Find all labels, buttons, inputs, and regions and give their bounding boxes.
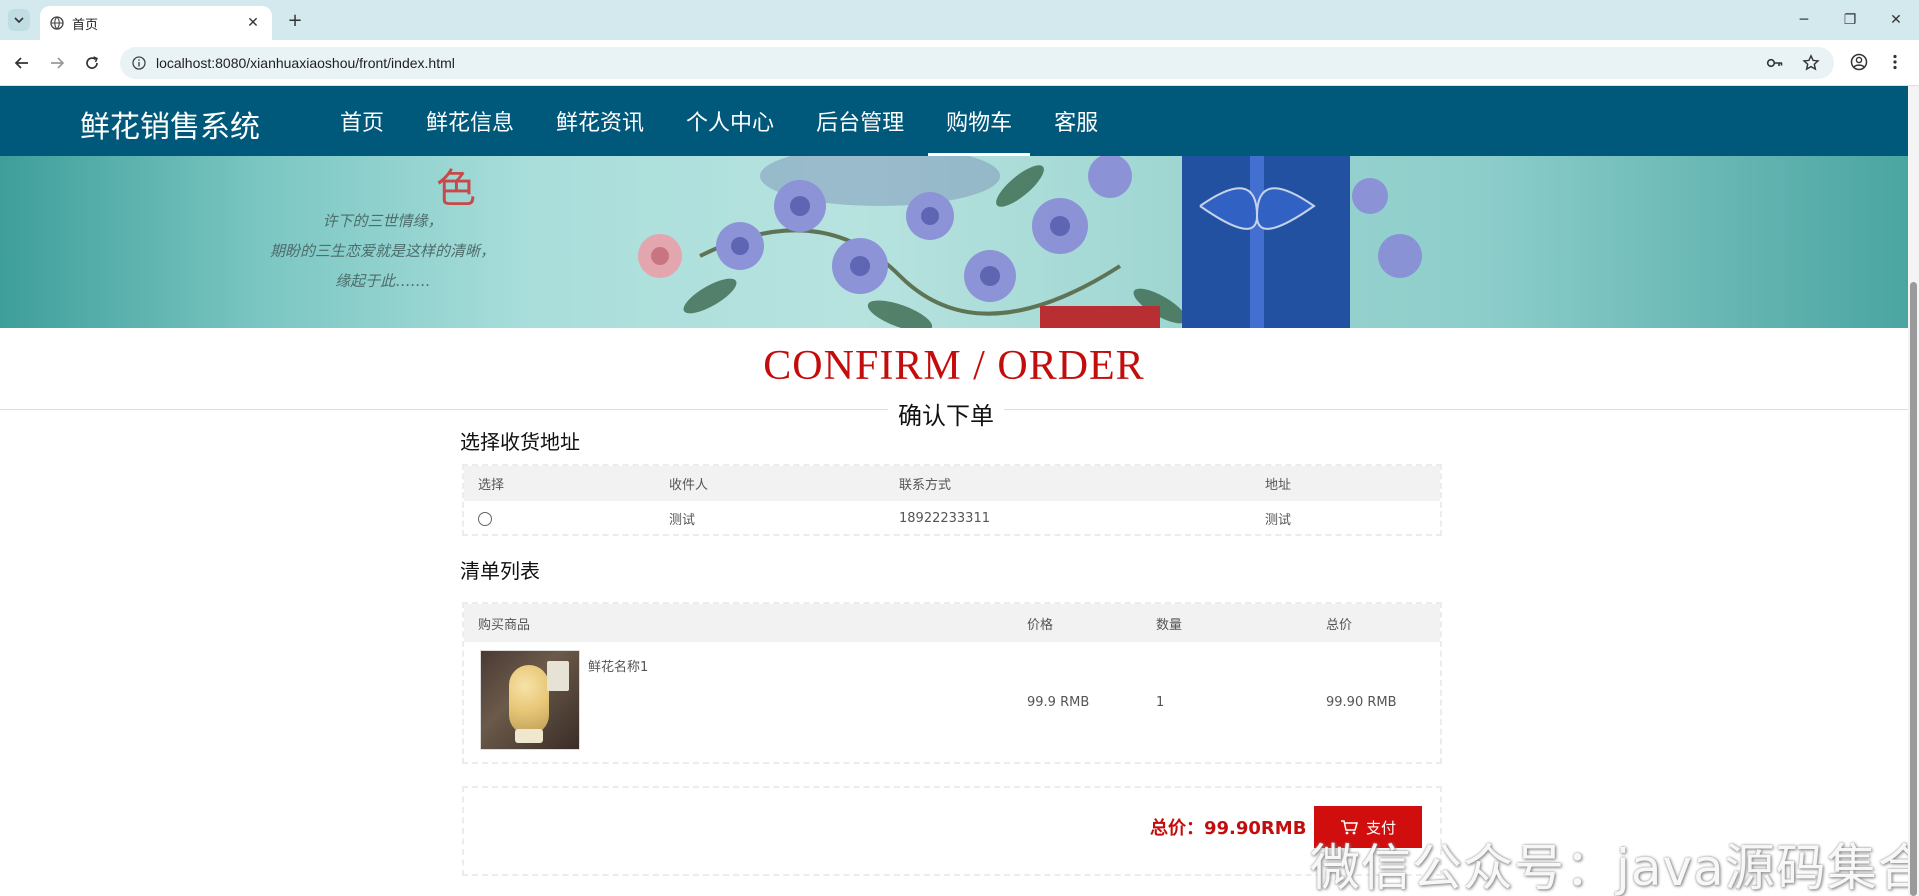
reload-button[interactable] — [80, 51, 104, 75]
recipient-cell: 测试 — [669, 513, 696, 528]
browser-tab-active[interactable]: 首页 ✕ — [40, 6, 272, 40]
back-button[interactable] — [10, 51, 34, 75]
items-table-header: 购买商品 价格 数量 总价 — [464, 604, 1440, 642]
page-heading-en: CONFIRM / ORDER — [763, 343, 1145, 389]
url-text[interactable]: localhost:8080/xianhuaxiaoshou/front/ind… — [156, 55, 455, 71]
column-header: 地址 — [1265, 478, 1292, 493]
page-heading-cn: 确认下单 — [888, 396, 1004, 431]
items-table: 购买商品 价格 数量 总价 鲜花名称1 99.9 RMB 1 99.90 RMB — [462, 602, 1442, 764]
address-table-header: 选择 收件人 联系方式 地址 — [464, 466, 1440, 501]
address-table: 选择 收件人 联系方式 地址 测试 18922233311 测试 — [462, 464, 1442, 536]
menu-item-flower-news[interactable]: 鲜花资讯 — [538, 86, 662, 156]
column-header: 联系方式 — [899, 478, 952, 493]
banner-flowers-illustration — [638, 156, 1422, 328]
address-section-title: 选择收货地址 — [460, 430, 580, 454]
bookmark-button[interactable] — [1800, 52, 1822, 74]
column-header: 总价 — [1326, 617, 1353, 633]
product-quantity: 1 — [1156, 694, 1165, 710]
column-header: 购买商品 — [478, 617, 531, 633]
table-row: 测试 18922233311 测试 — [464, 501, 1440, 536]
product-total: 99.90 RMB — [1326, 694, 1397, 710]
page-viewport: 鲜花销售系统 首页 鲜花信息 鲜花资讯 个人中心 后台管理 购物车 客服 色 许… — [0, 86, 1908, 896]
star-icon — [1802, 54, 1820, 71]
site-info-icon[interactable] — [132, 56, 146, 70]
reload-icon — [86, 56, 98, 69]
menu-item-flower-info[interactable]: 鲜花信息 — [408, 86, 532, 156]
profile-icon — [1850, 53, 1868, 71]
column-header: 价格 — [1027, 617, 1054, 633]
column-header: 收件人 — [669, 478, 709, 493]
profile-button[interactable] — [1848, 51, 1870, 73]
restore-button[interactable]: ❐ — [1827, 0, 1873, 40]
order-summary: 总价：99.90RMB 支付 — [462, 786, 1442, 876]
menu-item-home[interactable]: 首页 — [322, 86, 402, 156]
address-cell: 测试 — [1265, 513, 1292, 528]
address-bar[interactable]: localhost:8080/xianhuaxiaoshou/front/ind… — [120, 47, 1834, 79]
column-header: 数量 — [1156, 617, 1183, 633]
browser-tab-bar: 首页 ✕ + ─ ❐ ✕ — [0, 0, 1919, 40]
page-scrollbar[interactable] — [1908, 86, 1919, 896]
phone-cell: 18922233311 — [899, 511, 990, 526]
table-row: 鲜花名称1 99.9 RMB 1 99.90 RMB — [464, 642, 1440, 762]
address-select-cell — [478, 501, 492, 536]
key-icon — [1766, 58, 1783, 68]
tab-title: 首页 — [72, 17, 99, 33]
hero-banner: 色 许下的三世情缘， 期盼的三生恋爱就是这样的清晰， 缘起于此……. — [0, 156, 1908, 328]
tab-search-button[interactable] — [8, 9, 30, 31]
order-total: 总价：99.90RMB — [1150, 818, 1307, 839]
watermark-text: 微信公众号：java源码集合 — [1310, 839, 1908, 896]
main-menu: 首页 鲜花信息 鲜花资讯 个人中心 后台管理 购物车 客服 — [322, 86, 1122, 156]
minimize-button[interactable]: ─ — [1781, 0, 1827, 40]
close-tab-icon[interactable]: ✕ — [244, 15, 262, 31]
product-name[interactable]: 鲜花名称1 — [588, 656, 648, 675]
product-price: 99.9 RMB — [1027, 694, 1090, 710]
window-controls: ─ ❐ ✕ — [1781, 0, 1919, 40]
browser-toolbar: localhost:8080/xianhuaxiaoshou/front/ind… — [0, 40, 1919, 86]
scrollbar-thumb[interactable] — [1910, 282, 1917, 896]
items-section-title: 清单列表 — [460, 559, 540, 583]
chevron-down-icon — [14, 17, 24, 24]
site-navbar: 鲜花销售系统 首页 鲜花信息 鲜花资讯 个人中心 后台管理 购物车 客服 — [0, 86, 1908, 156]
forward-button[interactable] — [45, 51, 69, 75]
address-radio[interactable] — [478, 511, 492, 526]
menu-item-cart[interactable]: 购物车 — [928, 86, 1031, 156]
column-header: 选择 — [478, 478, 505, 493]
menu-item-service[interactable]: 客服 — [1036, 86, 1116, 156]
arrow-right-icon — [51, 57, 65, 69]
more-vertical-icon — [1893, 54, 1897, 70]
browser-menu-button[interactable] — [1884, 51, 1906, 73]
product-image[interactable] — [480, 650, 580, 750]
menu-item-admin[interactable]: 后台管理 — [798, 86, 922, 156]
site-logo[interactable]: 鲜花销售系统 — [80, 102, 260, 146]
password-key-button[interactable] — [1764, 52, 1786, 74]
new-tab-button[interactable]: + — [284, 9, 306, 31]
globe-icon — [50, 16, 64, 30]
menu-item-user-center[interactable]: 个人中心 — [668, 86, 792, 156]
close-window-button[interactable]: ✕ — [1873, 0, 1919, 40]
arrow-left-icon — [14, 57, 28, 69]
